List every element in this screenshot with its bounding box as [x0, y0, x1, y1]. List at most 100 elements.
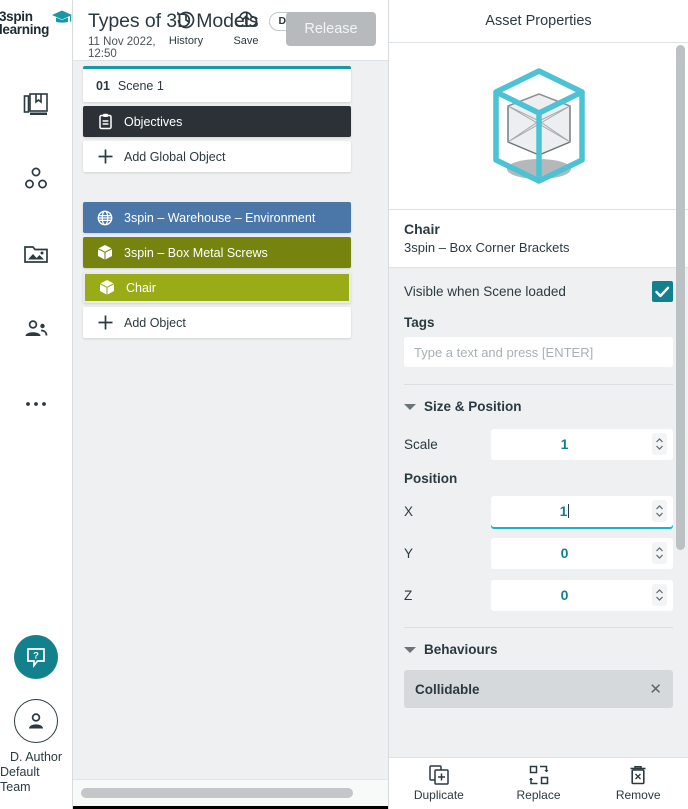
object-item-environment[interactable]: 3spin – Warehouse – Environment [83, 202, 351, 233]
replace-icon [529, 765, 549, 785]
size-position-accordion-header[interactable]: Size & Position [404, 385, 673, 423]
left-nav-rail: 3spin learning [0, 0, 73, 809]
behaviours-title: Behaviours [424, 642, 498, 657]
sidebar-item-library[interactable] [12, 80, 60, 128]
tags-label: Tags [404, 315, 673, 330]
cube-icon [95, 244, 115, 261]
general-section: Visible when Scene loaded Tags [389, 268, 688, 385]
panel-header: Asset Properties [389, 0, 688, 43]
chevron-down-icon [404, 647, 416, 653]
remove-label: Remove [616, 788, 661, 802]
scale-stepper[interactable] [652, 433, 667, 455]
scene-name: Scene 1 [118, 79, 164, 93]
remove-button[interactable]: Remove [588, 765, 688, 802]
spacer [83, 172, 351, 198]
sidebar-item-media[interactable] [12, 230, 60, 278]
vertical-scrollbar-thumb[interactable] [676, 45, 685, 550]
replace-label: Replace [516, 788, 560, 802]
position-y-input[interactable]: 0 [491, 538, 673, 569]
history-button[interactable]: History [158, 8, 214, 47]
position-y-row: Y 0 [404, 532, 673, 574]
position-z-stepper[interactable] [652, 584, 667, 606]
duplicate-button[interactable]: Duplicate [389, 765, 489, 802]
position-x-stepper[interactable] [652, 500, 667, 522]
position-label: Position [404, 465, 673, 490]
topbar-actions: History Save Release [158, 0, 388, 47]
3d-model-icon [474, 59, 604, 193]
sidebar-item-trainings[interactable] [12, 155, 60, 203]
history-icon [174, 8, 198, 32]
add-object-label: Add Object [124, 316, 186, 330]
object-label: 3spin – Warehouse – Environment [124, 211, 315, 225]
horizontal-scrollbar[interactable] [73, 779, 388, 806]
scene-header[interactable]: 01 Scene 1 [83, 69, 351, 102]
panel-title: Asset Properties [485, 13, 591, 29]
position-z-row: Z 0 [404, 574, 673, 616]
rail-bottom-group: ? D. Author Default Team [0, 635, 72, 795]
behaviours-accordion-header[interactable]: Behaviours [404, 628, 673, 666]
panel-scroll-area: Chair 3spin – Box Corner Brackets Visibl… [389, 43, 688, 757]
close-icon[interactable]: ✕ [649, 680, 662, 698]
graduation-cap-icon [51, 9, 73, 30]
globe-icon [95, 210, 115, 226]
scale-value: 1 [491, 436, 652, 452]
scale-field-row: Scale 1 [404, 423, 673, 465]
objectives-item[interactable]: Objectives [83, 106, 351, 137]
add-object-button[interactable]: Add Object [83, 307, 351, 338]
topbar: Types of 3D Models Draft 11 Nov 2022, 12… [73, 0, 388, 61]
brand-logo[interactable]: 3spin learning [4, 11, 68, 36]
stepper-arrows-icon [655, 546, 664, 560]
check-icon [655, 286, 670, 298]
object-label: 3spin – Box Metal Screws [124, 246, 268, 260]
position-y-stepper[interactable] [652, 542, 667, 564]
size-position-section: Size & Position Scale 1 Posit [389, 385, 688, 708]
brand-line2: learning [0, 24, 49, 37]
sidebar-item-more[interactable] [12, 380, 60, 428]
stepper-arrows-icon [655, 588, 664, 602]
vertical-scrollbar[interactable] [676, 45, 685, 705]
asset-thumbnail [389, 43, 688, 210]
sidebar-item-users[interactable] [12, 305, 60, 353]
asset-name-box: Chair 3spin – Box Corner Brackets [389, 210, 688, 268]
position-z-input[interactable]: 0 [491, 580, 673, 611]
scale-input[interactable]: 1 [491, 429, 673, 460]
y-value: 0 [491, 545, 652, 561]
asset-name: Chair [404, 221, 673, 237]
behaviour-item-collidable[interactable]: Collidable ✕ [404, 670, 673, 708]
object-item-chair[interactable]: Chair [83, 272, 351, 303]
asset-properties-panel: Asset Properties Chair 3spi [388, 0, 688, 809]
text-cursor [568, 504, 569, 518]
stepper-arrows-icon [655, 437, 664, 451]
users-icon [23, 316, 49, 342]
user-team: Default Team [0, 765, 72, 795]
add-global-object-button[interactable]: Add Global Object [83, 141, 351, 172]
help-icon: ? [25, 646, 47, 668]
plus-icon [95, 148, 115, 165]
user-name: D. Author [10, 750, 62, 765]
asset-source: 3spin – Box Corner Brackets [404, 240, 673, 255]
release-button[interactable]: Release [286, 12, 376, 46]
position-x-input[interactable]: 1 [491, 496, 673, 527]
duplicate-label: Duplicate [414, 788, 464, 802]
app-root: 3spin learning [0, 0, 688, 809]
scene-card: 01 Scene 1 [83, 66, 351, 102]
x-value: 1 [560, 503, 568, 519]
rail-icon-list [0, 80, 72, 455]
replace-button[interactable]: Replace [489, 765, 589, 802]
object-item-box-metal-screws[interactable]: 3spin – Box Metal Screws [83, 237, 351, 268]
save-label: Save [233, 35, 258, 47]
y-label: Y [404, 546, 491, 561]
scene-number: 01 [96, 79, 110, 93]
avatar[interactable] [14, 699, 58, 743]
tags-input[interactable] [404, 337, 673, 367]
size-position-title: Size & Position [424, 399, 522, 414]
plus-icon [95, 314, 115, 331]
horizontal-scrollbar-thumb[interactable] [81, 788, 353, 798]
help-button[interactable]: ? [14, 635, 58, 679]
save-button[interactable]: Save [218, 8, 274, 47]
scene-card-stack: 01 Scene 1 Objectives [83, 66, 351, 338]
visible-when-loaded-checkbox[interactable] [652, 281, 673, 302]
chevron-down-icon [404, 404, 416, 410]
clipboard-icon [95, 113, 115, 130]
tags-group: Tags [404, 315, 673, 385]
